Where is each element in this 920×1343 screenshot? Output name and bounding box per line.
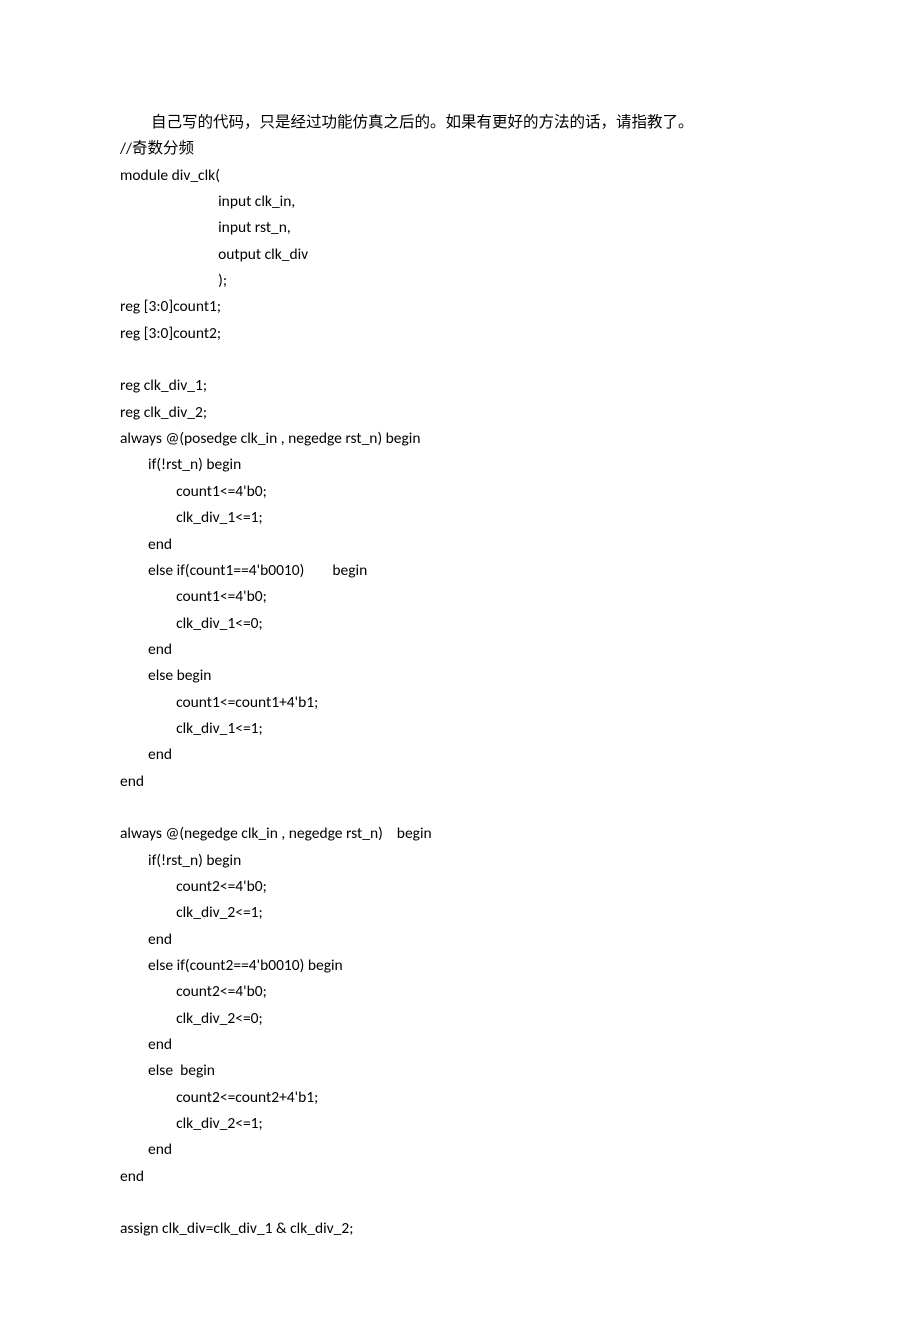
- verilog-code-block: module div_clk( input clk_in, input rst_…: [120, 163, 800, 1243]
- code-comment: //奇数分频: [120, 136, 800, 162]
- intro-text: 自己写的代码，只是经过功能仿真之后的。如果有更好的方法的话，请指教了。: [120, 110, 800, 136]
- page: 自己写的代码，只是经过功能仿真之后的。如果有更好的方法的话，请指教了。 //奇数…: [0, 0, 920, 1343]
